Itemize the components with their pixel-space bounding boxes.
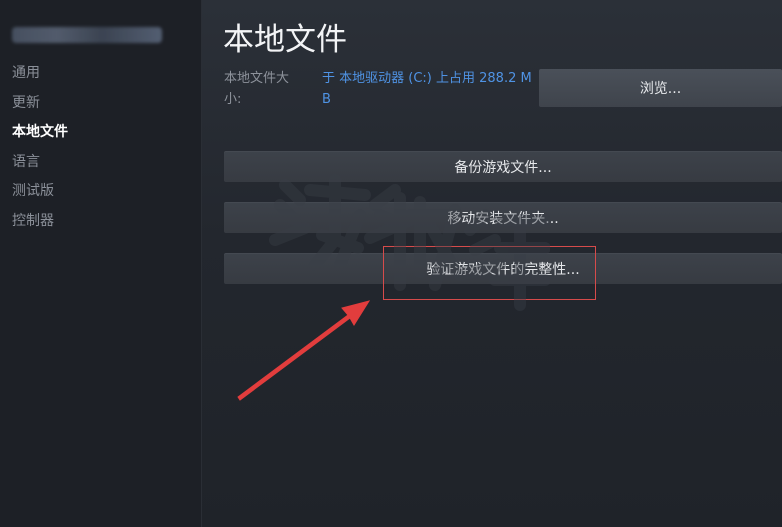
sidebar-item-general[interactable]: 通用: [12, 62, 192, 92]
properties-sidebar: 通用 更新 本地文件 语言 测试版 控制器: [0, 0, 202, 527]
properties-nav: 通用 更新 本地文件 语言 测试版 控制器: [12, 62, 192, 240]
local-files-size-label: 本地文件大小:: [224, 71, 290, 107]
local-files-size-value: 于 本地驱动器 (C:) 上占用 288.2 MB: [322, 71, 532, 107]
sidebar-item-betas[interactable]: 测试版: [12, 180, 192, 210]
sidebar-item-updates[interactable]: 更新: [12, 92, 192, 122]
backup-game-files-button[interactable]: 备份游戏文件...: [224, 151, 782, 182]
steam-properties-window: 通用 更新 本地文件 语言 测试版 控制器 本地文件 本地文件大小: 于 本地驱…: [0, 0, 782, 527]
blurred-game-title: [12, 27, 162, 43]
browse-button[interactable]: 浏览...: [539, 69, 782, 107]
sidebar-item-language[interactable]: 语言: [12, 151, 192, 181]
sidebar-item-controller[interactable]: 控制器: [12, 210, 192, 240]
local-files-panel: 本地文件 本地文件大小: 于 本地驱动器 (C:) 上占用 288.2 MB 浏…: [202, 0, 782, 527]
verify-game-files-button[interactable]: 验证游戏文件的完整性...: [224, 253, 782, 284]
sidebar-item-local-files[interactable]: 本地文件: [12, 121, 192, 151]
move-install-folder-button[interactable]: 移动安装文件夹...: [224, 202, 782, 233]
page-title: 本地文件: [223, 22, 347, 58]
